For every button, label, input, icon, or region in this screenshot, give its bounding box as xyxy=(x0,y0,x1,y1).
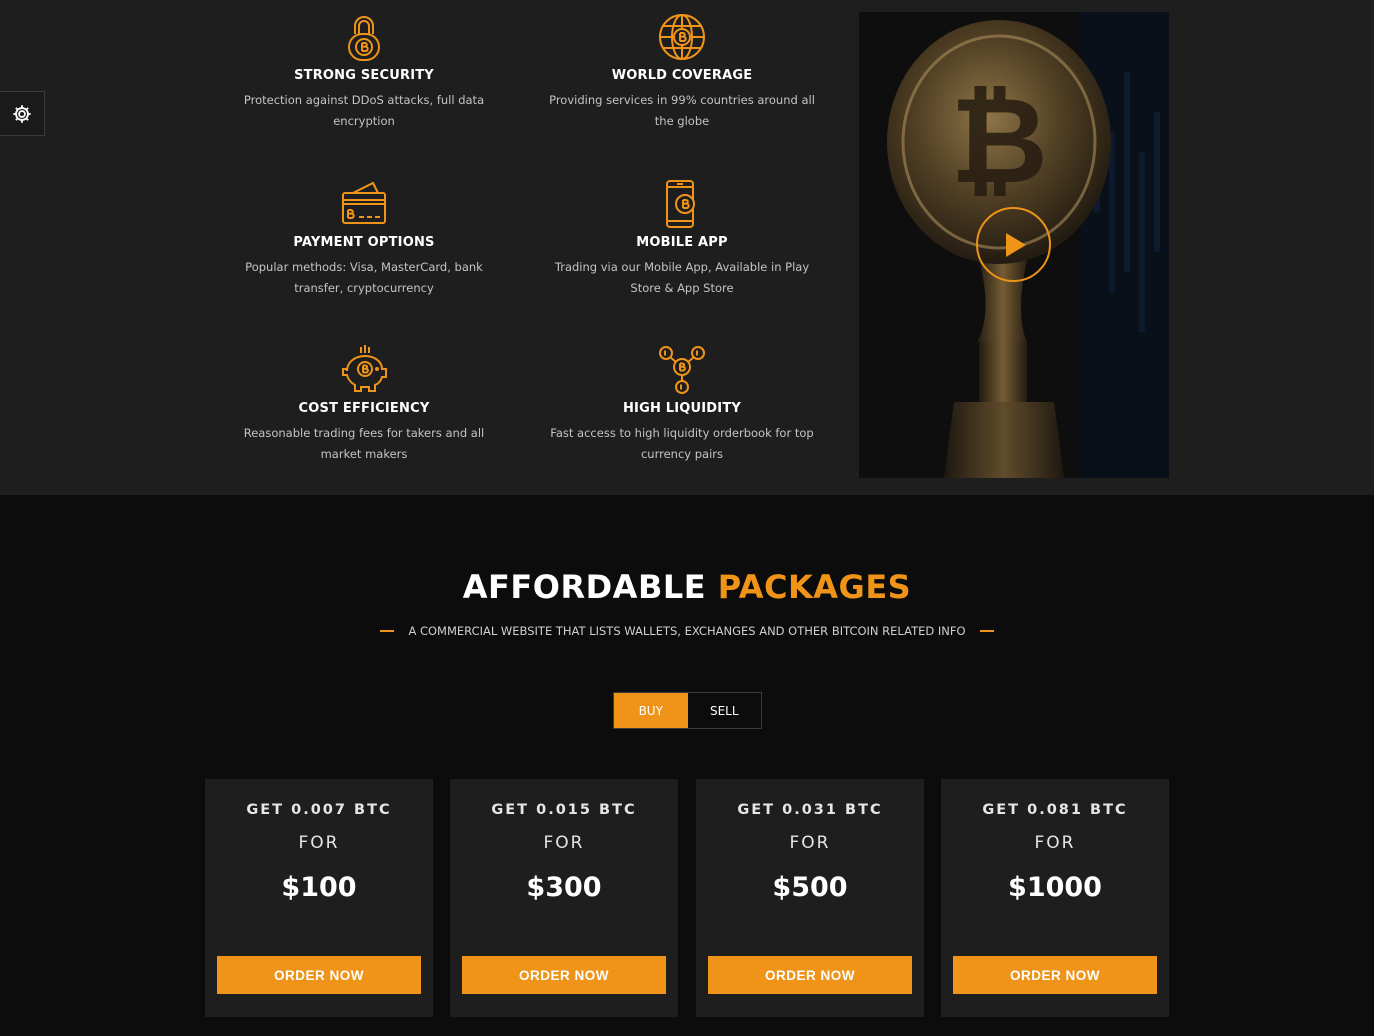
feature-title: MOBILE APP xyxy=(636,235,728,250)
package-price: $500 xyxy=(772,872,848,903)
gear-icon xyxy=(13,104,31,123)
packages-subtitle: A COMMERCIAL WEBSITE THAT LISTS WALLETS,… xyxy=(408,624,966,638)
feature-title: PAYMENT OPTIONS xyxy=(293,235,435,250)
feature-text: Trading via our Mobile App, Available in… xyxy=(554,260,810,295)
features-section: STRONG SECURITY Protection against DDoS … xyxy=(0,0,1374,495)
packages-title-main: AFFORDABLE xyxy=(462,568,707,606)
bitcoin-video[interactable]: ₿ xyxy=(859,12,1169,478)
feature-strong-security: STRONG SECURITY Protection against DDoS … xyxy=(214,12,514,132)
feature-mobile-app: MOBILE APP Trading via our Mobile App, A… xyxy=(532,179,832,299)
feature-title: HIGH LIQUIDITY xyxy=(622,401,742,416)
play-icon xyxy=(1005,232,1026,257)
feature-payment-options: PAYMENT OPTIONS Popular methods: Visa, M… xyxy=(214,179,514,299)
divider-dash xyxy=(380,630,395,632)
packages-title: AFFORDABLE PACKAGES xyxy=(0,568,1374,606)
package-for-label: FOR xyxy=(1034,833,1076,853)
order-now-button[interactable]: ORDER NOW xyxy=(217,956,421,994)
package-card: GET 0.031 BTC FOR $500 ORDER NOW xyxy=(696,779,924,1017)
divider-dash xyxy=(979,630,994,632)
buy-sell-tabs: BUY SELL xyxy=(613,692,762,729)
credit-card-bitcoin-icon xyxy=(342,181,386,224)
packages-subtitle-row: A COMMERCIAL WEBSITE THAT LISTS WALLETS,… xyxy=(0,624,1374,638)
package-card: GET 0.007 BTC FOR $100 ORDER NOW xyxy=(205,779,433,1017)
package-card: GET 0.081 BTC FOR $1000 ORDER NOW xyxy=(941,779,1169,1017)
feature-text: Reasonable trading fees for takers and a… xyxy=(243,426,485,461)
feature-text: Fast access to high liquidity orderbook … xyxy=(550,426,814,461)
tab-buy[interactable]: BUY xyxy=(614,693,688,728)
package-amount: GET 0.015 BTC xyxy=(491,802,637,818)
package-card: GET 0.015 BTC FOR $300 ORDER NOW xyxy=(450,779,678,1017)
bitcoin-network-icon xyxy=(659,346,705,394)
order-now-button[interactable]: ORDER NOW xyxy=(462,956,666,994)
feature-world-coverage: WORLD COVERAGE Providing services in 99%… xyxy=(532,12,832,132)
feature-high-liquidity: HIGH LIQUIDITY Fast access to high liqui… xyxy=(532,345,832,465)
packages-title-accent: PACKAGES xyxy=(717,568,912,606)
package-for-label: FOR xyxy=(298,833,340,853)
feature-title: COST EFFICIENCY xyxy=(298,401,430,416)
mobile-bitcoin-icon xyxy=(666,180,695,228)
package-price: $100 xyxy=(281,872,357,903)
play-button[interactable] xyxy=(976,207,1051,282)
feature-text: Popular methods: Visa, MasterCard, bank … xyxy=(245,260,483,295)
feature-title: STRONG SECURITY xyxy=(294,68,434,83)
tab-sell[interactable]: SELL xyxy=(688,693,762,728)
lock-bitcoin-icon xyxy=(348,16,380,61)
order-now-button[interactable]: ORDER NOW xyxy=(708,956,912,994)
package-for-label: FOR xyxy=(543,833,585,853)
package-for-label: FOR xyxy=(789,833,831,853)
feature-text: Protection against DDoS attacks, full da… xyxy=(243,93,485,128)
settings-button[interactable] xyxy=(0,91,45,136)
package-amount: GET 0.081 BTC xyxy=(982,802,1128,818)
globe-bitcoin-icon xyxy=(659,14,705,60)
package-amount: GET 0.031 BTC xyxy=(737,802,883,818)
order-now-button[interactable]: ORDER NOW xyxy=(953,956,1157,994)
feature-cost-efficiency: COST EFFICIENCY Reasonable trading fees … xyxy=(214,345,514,465)
package-amount: GET 0.007 BTC xyxy=(246,802,392,818)
feature-text: Providing services in 99% countries arou… xyxy=(549,93,815,128)
feature-title: WORLD COVERAGE xyxy=(611,68,753,83)
piggy-bank-bitcoin-icon xyxy=(342,345,387,392)
package-price: $1000 xyxy=(1008,872,1102,903)
package-price: $300 xyxy=(526,872,602,903)
